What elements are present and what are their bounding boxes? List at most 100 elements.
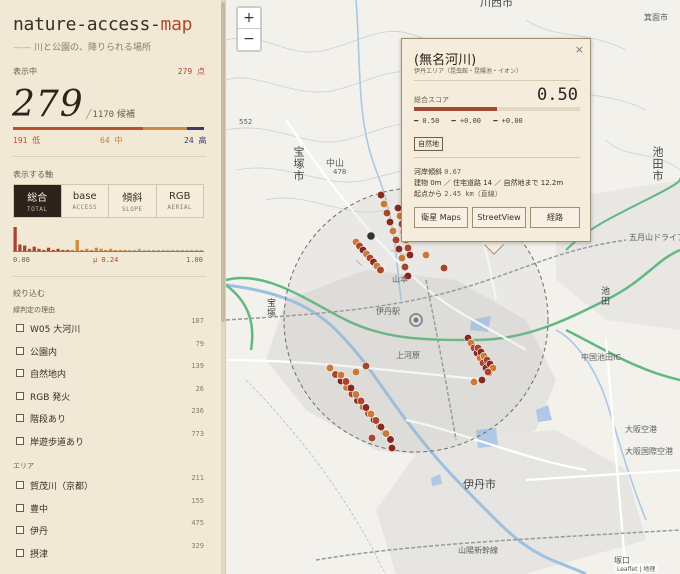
checkbox[interactable] <box>16 347 24 355</box>
candidate-point[interactable] <box>361 361 371 371</box>
hist-bar <box>85 248 89 251</box>
location-popup: (無名河川) × 伊丹エリア（昆虫館・昆陽池・イオン） 総合スコア 0.50 ━… <box>401 38 591 242</box>
tab-slope[interactable]: 傾斜 SLOPE <box>109 185 157 217</box>
selected-point[interactable] <box>367 232 375 240</box>
candidate-point[interactable] <box>336 370 346 380</box>
app-title-accent: map <box>160 14 193 35</box>
origin-distance-label: 起点から <box>414 190 442 198</box>
candidate-point[interactable] <box>421 250 431 260</box>
popup-category-badge: 自然地 <box>414 137 443 151</box>
divider <box>414 80 580 81</box>
candidate-point[interactable] <box>381 429 391 438</box>
checkbox[interactable] <box>16 481 24 489</box>
checkbox[interactable] <box>16 526 24 534</box>
candidate-point[interactable] <box>371 416 381 425</box>
filter-count: 187 <box>191 317 204 325</box>
filter-label: W05 大河川 <box>30 325 81 335</box>
zoom-in-button[interactable]: + <box>238 8 260 29</box>
place-kawanishi: 川西市 <box>480 0 513 9</box>
checkbox[interactable] <box>16 369 24 377</box>
candidate-point[interactable] <box>477 375 487 385</box>
hist-bar <box>109 248 113 251</box>
tab-total[interactable]: 総合 TOTAL <box>14 185 62 217</box>
hist-bar <box>51 249 55 251</box>
candidate-point[interactable] <box>379 199 389 209</box>
hist-bar <box>137 248 141 251</box>
origin-marker-dot[interactable] <box>413 317 419 323</box>
filter-area-settsu[interactable]: 摂津 329 <box>16 542 206 561</box>
candidate-point[interactable] <box>391 235 401 245</box>
filter-reason-park[interactable]: 公園内 79 <box>16 340 206 359</box>
filter-count: 139 <box>191 362 204 370</box>
candidate-point[interactable] <box>439 263 449 273</box>
hist-bar <box>166 249 170 251</box>
candidate-point[interactable] <box>367 433 377 443</box>
tab-access[interactable]: base ACCESS <box>61 185 109 217</box>
filter-reason-rgb[interactable]: RGB 発火 26 <box>16 385 206 404</box>
candidate-point[interactable] <box>325 363 335 373</box>
candidate-point[interactable] <box>361 403 371 412</box>
hist-bar <box>13 227 17 251</box>
filter-area-itami[interactable]: 伊丹 475 <box>16 519 206 538</box>
candidate-point[interactable] <box>376 422 386 432</box>
delta-item: ━ +0.00 <box>451 117 482 125</box>
filter-count: 26 <box>195 385 204 393</box>
candidate-point[interactable] <box>351 390 361 399</box>
hist-bar <box>46 247 51 251</box>
satellite-maps-button[interactable]: 衛星 Maps <box>414 207 468 228</box>
filter-label: 豊中 <box>30 505 49 515</box>
filter-reason-stairs[interactable]: 階段あり 236 <box>16 407 206 426</box>
place-yamamoto: 山本 <box>392 275 408 284</box>
checkbox[interactable] <box>16 504 24 512</box>
hist-bar <box>56 248 60 251</box>
filter-reason-w05[interactable]: W05 大河川 187 <box>16 317 206 336</box>
candidate-point[interactable] <box>356 396 366 406</box>
filter-area-toyonaka[interactable]: 豊中 155 <box>16 497 206 516</box>
hist-bar <box>104 249 108 251</box>
filter-count: 773 <box>191 430 204 438</box>
candidate-point[interactable] <box>405 250 415 260</box>
candidate-point[interactable] <box>400 262 410 272</box>
checkbox[interactable] <box>16 437 24 445</box>
streetview-button[interactable]: StreetView <box>472 207 526 228</box>
filter-reason-promenade[interactable]: 岸遊歩道あり 773 <box>16 430 206 449</box>
hist-bar <box>32 246 36 251</box>
candidate-point[interactable] <box>351 367 361 377</box>
hist-bar <box>180 249 184 251</box>
zoom-out-button[interactable]: − <box>238 29 260 50</box>
candidate-point[interactable] <box>341 377 351 386</box>
candidate-point[interactable] <box>403 243 413 253</box>
hist-min-label: 0.00 <box>13 256 30 264</box>
app-subtitle: —— 川と公園の、降りられる場所 <box>13 40 151 53</box>
candidate-point[interactable] <box>376 190 386 200</box>
popup-bank-slope: 河岸傾斜 0.67 <box>414 167 461 177</box>
sidebar-scrollbar-thumb[interactable] <box>221 2 225 322</box>
filter-label: 階段あり <box>30 415 67 425</box>
candidate-point[interactable] <box>397 253 407 263</box>
close-icon[interactable]: × <box>575 43 584 56</box>
tab-aerial[interactable]: RGB AERIAL <box>156 185 203 217</box>
hist-bar <box>151 249 156 251</box>
candidate-point[interactable] <box>469 377 479 387</box>
filter-reason-nature[interactable]: 自然地内 139 <box>16 362 206 381</box>
candidate-point[interactable] <box>387 443 397 453</box>
checkbox[interactable] <box>16 414 24 422</box>
elevation-552: 552 <box>239 118 253 126</box>
candidate-point[interactable] <box>346 383 356 393</box>
checkbox[interactable] <box>16 324 24 332</box>
hist-bar <box>37 248 41 251</box>
map-attribution[interactable]: Leaflet | 地理 <box>615 564 658 573</box>
filter-area-kamo[interactable]: 賀茂川（京都） 211 <box>16 474 206 493</box>
checkbox[interactable] <box>16 392 24 400</box>
candidate-point[interactable] <box>385 217 395 227</box>
candidate-point[interactable] <box>376 265 385 275</box>
checkbox[interactable] <box>16 549 24 557</box>
place-ikeda: 池田 <box>599 286 609 306</box>
candidate-point[interactable] <box>483 367 493 377</box>
route-button[interactable]: 経路 <box>530 207 580 228</box>
candidate-point[interactable] <box>388 226 398 236</box>
candidate-point[interactable] <box>394 244 404 254</box>
candidate-point[interactable] <box>382 208 392 218</box>
candidate-point[interactable] <box>366 409 376 419</box>
axis-tabs: 総合 TOTAL base ACCESS 傾斜 SLOPE RGB AERIAL <box>13 184 204 218</box>
